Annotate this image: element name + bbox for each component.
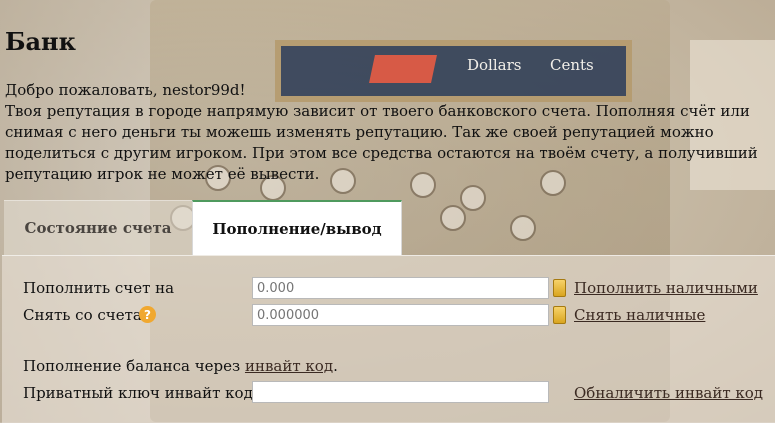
invite-info-text: Пополнение баланса через инвайт код. (23, 357, 338, 375)
cash-invite-code-link[interactable]: Обналичить инвайт код (574, 384, 763, 402)
gold-coin-icon (553, 279, 566, 297)
question-icon[interactable]: ? (139, 306, 156, 323)
tab-bar: Состояние счета Пополнение/вывод (2, 200, 775, 255)
tab-deposit-withdraw[interactable]: Пополнение/вывод (192, 200, 402, 255)
invite-key-label: Приватный ключ инвайт кода (23, 384, 262, 402)
invite-text-after: . (333, 357, 338, 375)
page-title: Банк (5, 27, 76, 56)
deposit-cash-link[interactable]: Пополнить наличными (574, 279, 758, 297)
withdraw-amount-input[interactable] (252, 304, 549, 326)
deposit-label: Пополнить счет на (23, 279, 175, 297)
invite-code-link[interactable]: инвайт код (245, 357, 333, 375)
tab-account-status[interactable]: Состояние счета (4, 200, 192, 255)
description: Твоя репутация в городе напрямую зависит… (5, 102, 758, 183)
invite-text-before: Пополнение баланса через (23, 357, 245, 375)
gold-coin-icon (553, 306, 566, 324)
invite-key-input[interactable] (252, 381, 549, 403)
greeting: Добро пожаловать, nestor99d! (5, 81, 246, 99)
deposit-amount-input[interactable] (252, 277, 549, 299)
withdraw-label: Снять со счета (23, 306, 142, 324)
intro-text: Добро пожаловать, nestor99d! Твоя репута… (5, 80, 770, 185)
withdraw-cash-link[interactable]: Снять наличные (574, 306, 705, 324)
